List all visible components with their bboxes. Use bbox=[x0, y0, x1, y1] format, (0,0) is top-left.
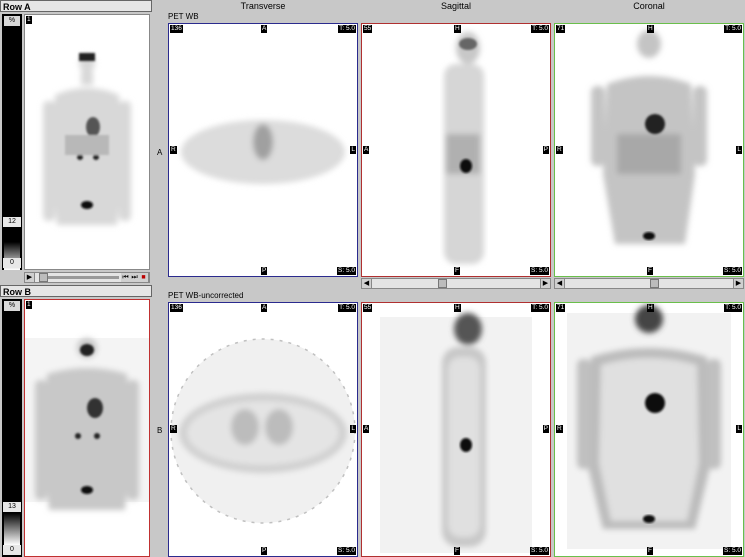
row-a-min-value: 0 bbox=[3, 258, 21, 268]
row-a-cine-bar[interactable]: ▶ ⏮ ⏭ ■ bbox=[24, 272, 150, 283]
row-a-coronal-thickness: T: 5.0 bbox=[724, 25, 742, 33]
column-heading-transverse: Transverse bbox=[240, 1, 286, 11]
row-a-transverse-orient-right: L bbox=[350, 146, 356, 154]
row-b-coronal-image bbox=[567, 305, 731, 549]
row-b-transverse-slice: 136 bbox=[170, 304, 183, 312]
sagittal-scroll-left-icon[interactable]: ◀ bbox=[362, 279, 372, 288]
row-b-percent-label: % bbox=[4, 301, 20, 311]
row-b-coronal-orient-right: L bbox=[736, 425, 742, 433]
row-b-mip-image bbox=[25, 338, 149, 510]
row-letter-b: B bbox=[157, 426, 163, 435]
row-a-colorbar[interactable]: % 12 0 bbox=[2, 14, 22, 270]
row-b-coronal-orient-bottom: F bbox=[647, 547, 653, 555]
row-a-sagittal-view[interactable]: 55 T: 5.0 S: 5.0 H F A P bbox=[361, 23, 551, 277]
row-b-frame-badge: 1 bbox=[26, 301, 32, 309]
row-b-label: Row B bbox=[3, 287, 31, 297]
row-a-transverse-spacing: S: 5.0 bbox=[337, 267, 356, 275]
row-b-sagittal-thickness: T: 5.0 bbox=[531, 304, 549, 312]
row-a-sagittal-image bbox=[444, 32, 484, 264]
row-b-coronal-thickness: T: 5.0 bbox=[724, 304, 742, 312]
row-b-sagittal-orient-bottom: F bbox=[454, 547, 460, 555]
row-a-coronal-view[interactable]: 71 T: 5.0 S: 5.0 H F R L bbox=[554, 23, 744, 277]
row-b-sagittal-orient-right: P bbox=[542, 425, 549, 433]
row-a-sagittal-orient-top: H bbox=[454, 25, 461, 33]
row-a-sagittal-orient-bottom: F bbox=[454, 267, 460, 275]
row-a-coronal-spacing: S: 5.0 bbox=[723, 267, 742, 275]
sagittal-scroll-thumb[interactable] bbox=[438, 279, 447, 288]
row-a-transverse-slice: 136 bbox=[170, 25, 183, 33]
row-b-transverse-image bbox=[170, 338, 356, 524]
row-b-coronal-orient-left: R bbox=[556, 425, 563, 433]
coronal-scrollbar[interactable]: ◀ ▶ bbox=[554, 278, 744, 289]
row-b-coronal-view[interactable]: 71 T: 5.0 S: 5.0 H F R L bbox=[554, 302, 744, 557]
row-a-cine-track[interactable] bbox=[39, 276, 119, 279]
row-a-mip-image bbox=[43, 53, 131, 225]
row-a-transverse-orient-bottom: P bbox=[261, 267, 268, 275]
row-letter-a: A bbox=[157, 148, 163, 157]
row-a-header: Row A bbox=[0, 0, 152, 12]
row-a-coronal-image bbox=[591, 30, 707, 244]
row-b-header: Row B bbox=[0, 285, 152, 297]
row-b-min-value: 0 bbox=[3, 545, 21, 555]
sagittal-scroll-right-icon[interactable]: ▶ bbox=[540, 279, 550, 288]
row-b-transverse-orient-right: L bbox=[350, 425, 356, 433]
row-a-transverse-orient-left: R bbox=[170, 146, 177, 154]
row-a-sagittal-orient-right: P bbox=[542, 146, 549, 154]
row-a-mip-view[interactable]: 1 bbox=[24, 14, 150, 270]
row-a-coronal-orient-left: R bbox=[556, 146, 563, 154]
row-a-coronal-orient-right: L bbox=[736, 146, 742, 154]
series-a-label: PET WB bbox=[168, 12, 199, 21]
row-b-gradient bbox=[4, 513, 20, 545]
row-b-transverse-orient-bottom: P bbox=[261, 547, 268, 555]
row-b-sagittal-orient-top: H bbox=[454, 304, 461, 312]
row-b-coronal-orient-top: H bbox=[647, 304, 654, 312]
row-a-transverse-view[interactable]: 136 T: 5.0 S: 5.0 A P R L bbox=[168, 23, 358, 277]
row-a-sagittal-orient-left: A bbox=[363, 146, 370, 154]
row-b-transverse-view[interactable]: 136 T: 5.0 S: 5.0 A P R L bbox=[168, 302, 358, 557]
row-b-transverse-orient-top: A bbox=[261, 304, 268, 312]
row-a-cine-thumb[interactable] bbox=[39, 273, 48, 282]
row-a-transverse-thickness: T: 5.0 bbox=[338, 25, 356, 33]
row-b-sagittal-image bbox=[380, 313, 532, 553]
row-b-mip-view[interactable]: 1 bbox=[24, 299, 150, 557]
row-b-colorbar[interactable]: % 13 0 bbox=[2, 299, 22, 557]
row-a-label: Row A bbox=[3, 2, 31, 12]
series-b-label: PET WB-uncorrected bbox=[168, 291, 244, 300]
row-a-max-value: 12 bbox=[3, 217, 21, 227]
coronal-scroll-right-icon[interactable]: ▶ bbox=[733, 279, 743, 288]
row-b-transverse-orient-left: R bbox=[170, 425, 177, 433]
coronal-scroll-thumb[interactable] bbox=[650, 279, 659, 288]
coronal-scroll-left-icon[interactable]: ◀ bbox=[555, 279, 565, 288]
row-a-coronal-orient-top: H bbox=[647, 25, 654, 33]
row-b-sagittal-spacing: S: 5.0 bbox=[530, 547, 549, 555]
row-a-percent-label: % bbox=[4, 16, 20, 26]
stop-icon[interactable]: ■ bbox=[139, 273, 149, 282]
row-a-sagittal-spacing: S: 5.0 bbox=[530, 267, 549, 275]
row-b-transverse-spacing: S: 5.0 bbox=[337, 547, 356, 555]
row-b-coronal-slice: 71 bbox=[556, 304, 566, 312]
row-b-sagittal-slice: 55 bbox=[363, 304, 373, 312]
row-b-coronal-spacing: S: 5.0 bbox=[723, 547, 742, 555]
column-heading-coronal: Coronal bbox=[633, 1, 665, 11]
row-b-transverse-thickness: T: 5.0 bbox=[338, 304, 356, 312]
row-a-sagittal-thickness: T: 5.0 bbox=[531, 25, 549, 33]
row-a-transverse-orient-top: A bbox=[261, 25, 268, 33]
row-a-coronal-slice: 71 bbox=[556, 25, 566, 33]
row-a-coronal-orient-bottom: F bbox=[647, 267, 653, 275]
row-b-sagittal-orient-left: A bbox=[363, 425, 370, 433]
column-heading-sagittal: Sagittal bbox=[440, 1, 472, 11]
row-b-sagittal-view[interactable]: 55 T: 5.0 S: 5.0 H F A P bbox=[361, 302, 551, 557]
sagittal-scrollbar[interactable]: ◀ ▶ bbox=[361, 278, 551, 289]
row-b-max-value: 13 bbox=[3, 502, 21, 512]
row-a-cine-arrow-icon[interactable]: ▶ bbox=[25, 273, 35, 282]
row-a-sagittal-slice: 55 bbox=[363, 25, 373, 33]
row-a-frame-badge: 1 bbox=[26, 16, 32, 24]
row-a-transverse-image bbox=[181, 120, 345, 184]
